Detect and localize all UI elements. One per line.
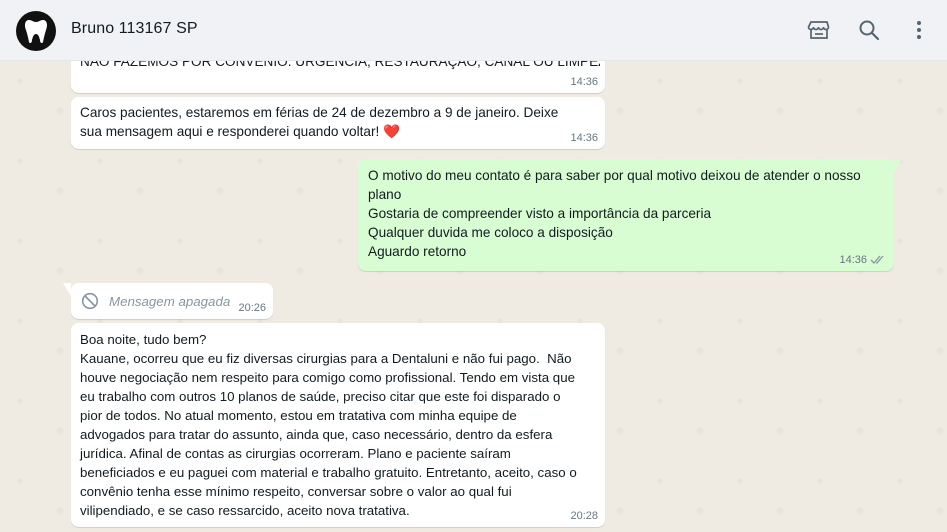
- chat-header: Bruno 113167 SP: [0, 0, 947, 61]
- message-line: O motivo do meu contato é para saber por…: [368, 168, 861, 202]
- chat-area[interactable]: NÃO FAZEMOS POR CONVÊNIO. URGÊNCIA, REST…: [0, 61, 947, 532]
- message-incoming[interactable]: Boa noite, tudo bem? Kauane, ocorreu que…: [71, 323, 605, 527]
- message-outgoing[interactable]: O motivo do meu contato é para saber por…: [358, 159, 902, 271]
- contact-avatar[interactable]: [16, 11, 56, 51]
- message-text: O motivo do meu contato é para saber por…: [368, 166, 888, 261]
- more-vert-icon[interactable]: [907, 18, 931, 42]
- message-incoming[interactable]: Caros pacientes, estaremos em férias de …: [71, 97, 605, 149]
- store-icon[interactable]: [807, 18, 831, 42]
- message-deleted[interactable]: Mensagem apagada 20:26: [63, 283, 273, 319]
- blocked-icon: [81, 292, 99, 310]
- message-time: 14:36: [570, 132, 598, 144]
- bubble-tail: [63, 283, 71, 296]
- message-text: Caros pacientes, estaremos em férias de …: [80, 105, 563, 139]
- bubble-tail: [894, 159, 902, 172]
- message-incoming[interactable]: NÃO FAZEMOS POR CONVÊNIO. URGÊNCIA, REST…: [71, 61, 605, 93]
- message-line: Gostaria de compreender visto a importân…: [368, 206, 712, 221]
- message-time: 20:28: [570, 510, 598, 522]
- search-icon[interactable]: [857, 18, 881, 42]
- message-time: 14:36: [839, 254, 867, 266]
- deleted-message-text: Mensagem apagada: [109, 294, 231, 309]
- tooth-icon: [25, 20, 47, 44]
- message-text: NÃO FAZEMOS POR CONVÊNIO. URGÊNCIA, REST…: [80, 61, 600, 69]
- message-time: 20:26: [238, 302, 266, 314]
- message-line: Aguardo retorno: [368, 244, 467, 259]
- read-ticks-icon: [870, 255, 884, 264]
- contact-name[interactable]: Bruno 113167 SP: [71, 20, 198, 38]
- message-time: 14:36: [570, 76, 598, 88]
- message-text: Boa noite, tudo bem? Kauane, ocorreu que…: [80, 332, 577, 518]
- message-line: Qualquer duvida me coloco a disposição: [368, 225, 613, 240]
